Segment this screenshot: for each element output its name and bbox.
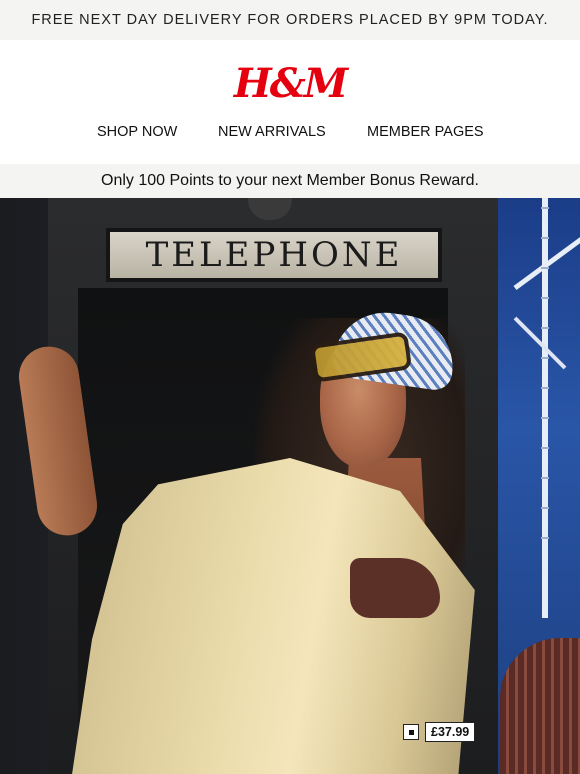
- member-bonus-banner[interactable]: Only 100 Points to your next Member Bonu…: [0, 164, 580, 198]
- telephone-sign: TELEPHONE: [106, 228, 442, 282]
- nav-member-pages[interactable]: MEMBER PAGES: [367, 124, 484, 140]
- hero-image[interactable]: TELEPHONE £37.99: [0, 198, 580, 774]
- member-bonus-text: Only 100 Points to your next Member Bonu…: [101, 172, 479, 189]
- product-price[interactable]: £37.99: [425, 722, 476, 742]
- crane-graphic: [513, 198, 580, 618]
- tag-dot-icon: [408, 729, 414, 735]
- nav-shop-now[interactable]: SHOP NOW: [97, 124, 177, 140]
- promo-text: FREE NEXT DAY DELIVERY FOR ORDERS PLACED…: [31, 12, 549, 28]
- crown-emblem: [248, 198, 292, 220]
- promo-banner: FREE NEXT DAY DELIVERY FOR ORDERS PLACED…: [0, 0, 580, 40]
- product-price-tag[interactable]: £37.99: [403, 722, 476, 742]
- main-nav: SHOP NOW NEW ARRIVALS MEMBER PAGES: [0, 124, 580, 144]
- email-header: H&M SHOP NOW NEW ARRIVALS MEMBER PAGES: [0, 40, 580, 164]
- nav-new-arrivals[interactable]: NEW ARRIVALS: [218, 124, 326, 140]
- hm-logo[interactable]: H&M: [0, 60, 580, 107]
- product-tag-icon[interactable]: [403, 724, 419, 740]
